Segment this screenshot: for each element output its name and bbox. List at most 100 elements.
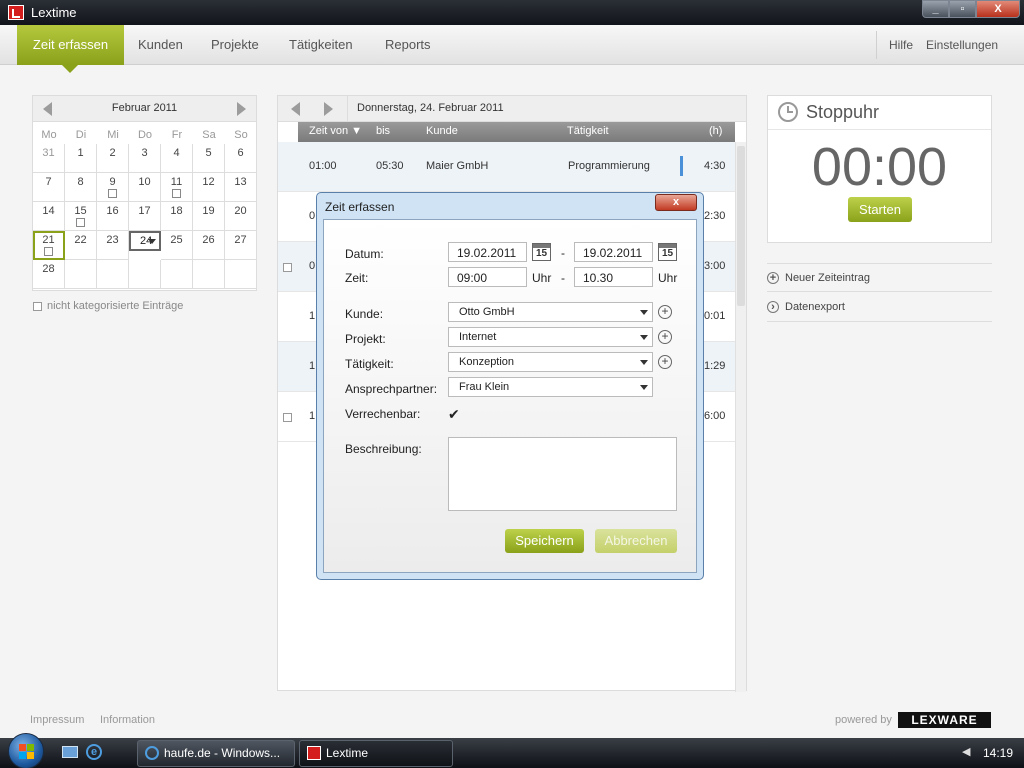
calendar-day[interactable]: 27	[225, 231, 257, 260]
scrollbar-thumb[interactable]	[737, 146, 745, 306]
add-kunde-icon[interactable]: +	[658, 305, 672, 319]
row-checkbox[interactable]	[283, 263, 292, 272]
calendar-day[interactable]: 18	[161, 202, 193, 231]
calendar-day[interactable]: 12	[193, 173, 225, 202]
calendar-day[interactable]: 8	[65, 173, 97, 202]
kunde-select[interactable]: Otto GmbH	[448, 302, 653, 322]
calendar-day[interactable]: 21	[33, 231, 65, 260]
add-taetigkeit-icon[interactable]: +	[658, 355, 672, 369]
calendar-day	[225, 260, 257, 289]
cancel-button[interactable]: Abbrechen	[595, 529, 677, 553]
calendar-day[interactable]: 24	[129, 231, 161, 251]
maximize-button[interactable]: ▫	[949, 0, 976, 18]
tab-zeit-erfassen[interactable]: Zeit erfassen	[17, 25, 124, 73]
day-checkbox[interactable]	[108, 189, 117, 198]
close-window-button[interactable]: X	[976, 0, 1020, 18]
calendar-day	[129, 260, 161, 289]
taetigkeit-select[interactable]: Konzeption	[448, 352, 653, 372]
next-day-icon[interactable]	[324, 102, 333, 116]
calendar-day[interactable]: 1	[65, 144, 97, 173]
calendar-day[interactable]: 25	[161, 231, 193, 260]
calendar-day[interactable]: 20	[225, 202, 257, 231]
taskbar-item-lextime[interactable]: Lextime	[299, 740, 453, 767]
calendar-day[interactable]: 31	[33, 144, 65, 173]
row-checkbox[interactable]	[283, 413, 292, 422]
export-action[interactable]: › Datenexport	[767, 293, 992, 322]
calendar-day[interactable]: 23	[97, 231, 129, 260]
calendar-day[interactable]: 9	[97, 173, 129, 202]
show-desktop-icon[interactable]	[62, 746, 78, 758]
volume-icon[interactable]: ◀	[962, 745, 974, 758]
calendar-icon[interactable]: 15	[658, 243, 677, 261]
help-link[interactable]: Hilfe	[889, 25, 913, 65]
entries-table-header: Zeit von ▼ bis Kunde Tätigkeit (h)	[298, 122, 735, 142]
beschreibung-textarea[interactable]	[448, 437, 677, 511]
date-to-field[interactable]: 19.02.2011	[574, 242, 653, 262]
taskbar-item-haufe[interactable]: haufe.de - Windows...	[137, 740, 295, 767]
calendar-day[interactable]: 3	[129, 144, 161, 173]
tab-taetigkeiten[interactable]: Tätigkeiten	[289, 25, 353, 65]
calendar-day[interactable]: 19	[193, 202, 225, 231]
save-button[interactable]: Speichern	[505, 529, 584, 553]
weekday-label: Mo	[41, 129, 57, 141]
time-to-field[interactable]: 10.30	[574, 267, 653, 287]
tab-reports[interactable]: Reports	[385, 25, 431, 65]
calendar-day-number: 2	[109, 147, 116, 159]
new-entry-action[interactable]: + Neuer Zeiteintrag	[767, 263, 992, 292]
calendar-day[interactable]: 2	[97, 144, 129, 173]
minimize-button[interactable]: _	[922, 0, 949, 18]
start-button[interactable]	[8, 733, 44, 768]
calendar-day[interactable]: 28	[33, 260, 65, 289]
add-projekt-icon[interactable]: +	[658, 330, 672, 344]
col-zeit-von[interactable]: Zeit von ▼	[309, 125, 362, 137]
calendar-day[interactable]: 5	[193, 144, 225, 173]
calendar-day[interactable]: 15	[65, 202, 97, 231]
day-checkbox[interactable]	[172, 189, 181, 198]
start-button[interactable]: Starten	[848, 197, 912, 222]
projekt-select[interactable]: Internet	[448, 327, 653, 347]
new-entry-label: Neuer Zeiteintrag	[785, 271, 870, 284]
day-checkbox[interactable]	[44, 247, 53, 256]
information-link[interactable]: Information	[100, 714, 155, 726]
uncategorized-checkbox[interactable]	[33, 301, 42, 311]
time-from-field[interactable]: 09:00	[448, 267, 527, 287]
tab-projekte[interactable]: Projekte	[211, 25, 259, 65]
calendar-day[interactable]: 7	[33, 173, 65, 202]
calendar-day[interactable]: 14	[33, 202, 65, 231]
verrechenbar-checkbox[interactable]: ✔	[448, 406, 460, 423]
ansprechpartner-select[interactable]: Frau Klein	[448, 377, 653, 397]
dialog-close-button[interactable]: x	[655, 194, 697, 211]
header-divider	[347, 96, 348, 122]
settings-link[interactable]: Einstellungen	[926, 25, 998, 65]
col-bis[interactable]: bis	[376, 125, 390, 137]
projekt-label: Projekt:	[345, 332, 386, 346]
calendar-day[interactable]: 6	[225, 144, 257, 173]
internet-explorer-icon[interactable]: e	[86, 744, 102, 760]
window-controls: _ ▫ X	[922, 0, 1020, 18]
calendar-day[interactable]: 10	[129, 173, 161, 202]
col-hours[interactable]: (h)	[709, 125, 722, 137]
calendar-day[interactable]: 13	[225, 173, 257, 202]
prev-day-icon[interactable]	[291, 102, 300, 116]
col-taetigkeit[interactable]: Tätigkeit	[567, 125, 609, 137]
tab-kunden[interactable]: Kunden	[138, 25, 183, 65]
date-dash: -	[561, 246, 565, 260]
calendar-icon[interactable]: 15	[532, 243, 551, 261]
calendar-day-number: 13	[234, 176, 247, 188]
calendar-day[interactable]: 11	[161, 173, 193, 202]
impressum-link[interactable]: Impressum	[30, 714, 84, 726]
entries-scrollbar[interactable]	[735, 142, 746, 692]
uncategorized-filter[interactable]: nicht kategorisierte Einträge	[33, 300, 183, 312]
calendar-day[interactable]: 26	[193, 231, 225, 260]
stopwatch-panel: Stoppuhr 00:00 Starten	[767, 95, 992, 243]
date-from-field[interactable]: 19.02.2011	[448, 242, 527, 262]
calendar-day[interactable]: 16	[97, 202, 129, 231]
col-kunde[interactable]: Kunde	[426, 125, 458, 137]
next-month-icon[interactable]	[237, 102, 246, 116]
table-row[interactable]: 01:00 05:30 Maier GmbH Programmierung 4:…	[278, 142, 735, 192]
row-von: 1	[309, 310, 316, 322]
calendar-day[interactable]: 22	[65, 231, 97, 260]
calendar-day[interactable]: 17	[129, 202, 161, 231]
calendar-day[interactable]: 4	[161, 144, 193, 173]
day-checkbox[interactable]	[76, 218, 85, 227]
